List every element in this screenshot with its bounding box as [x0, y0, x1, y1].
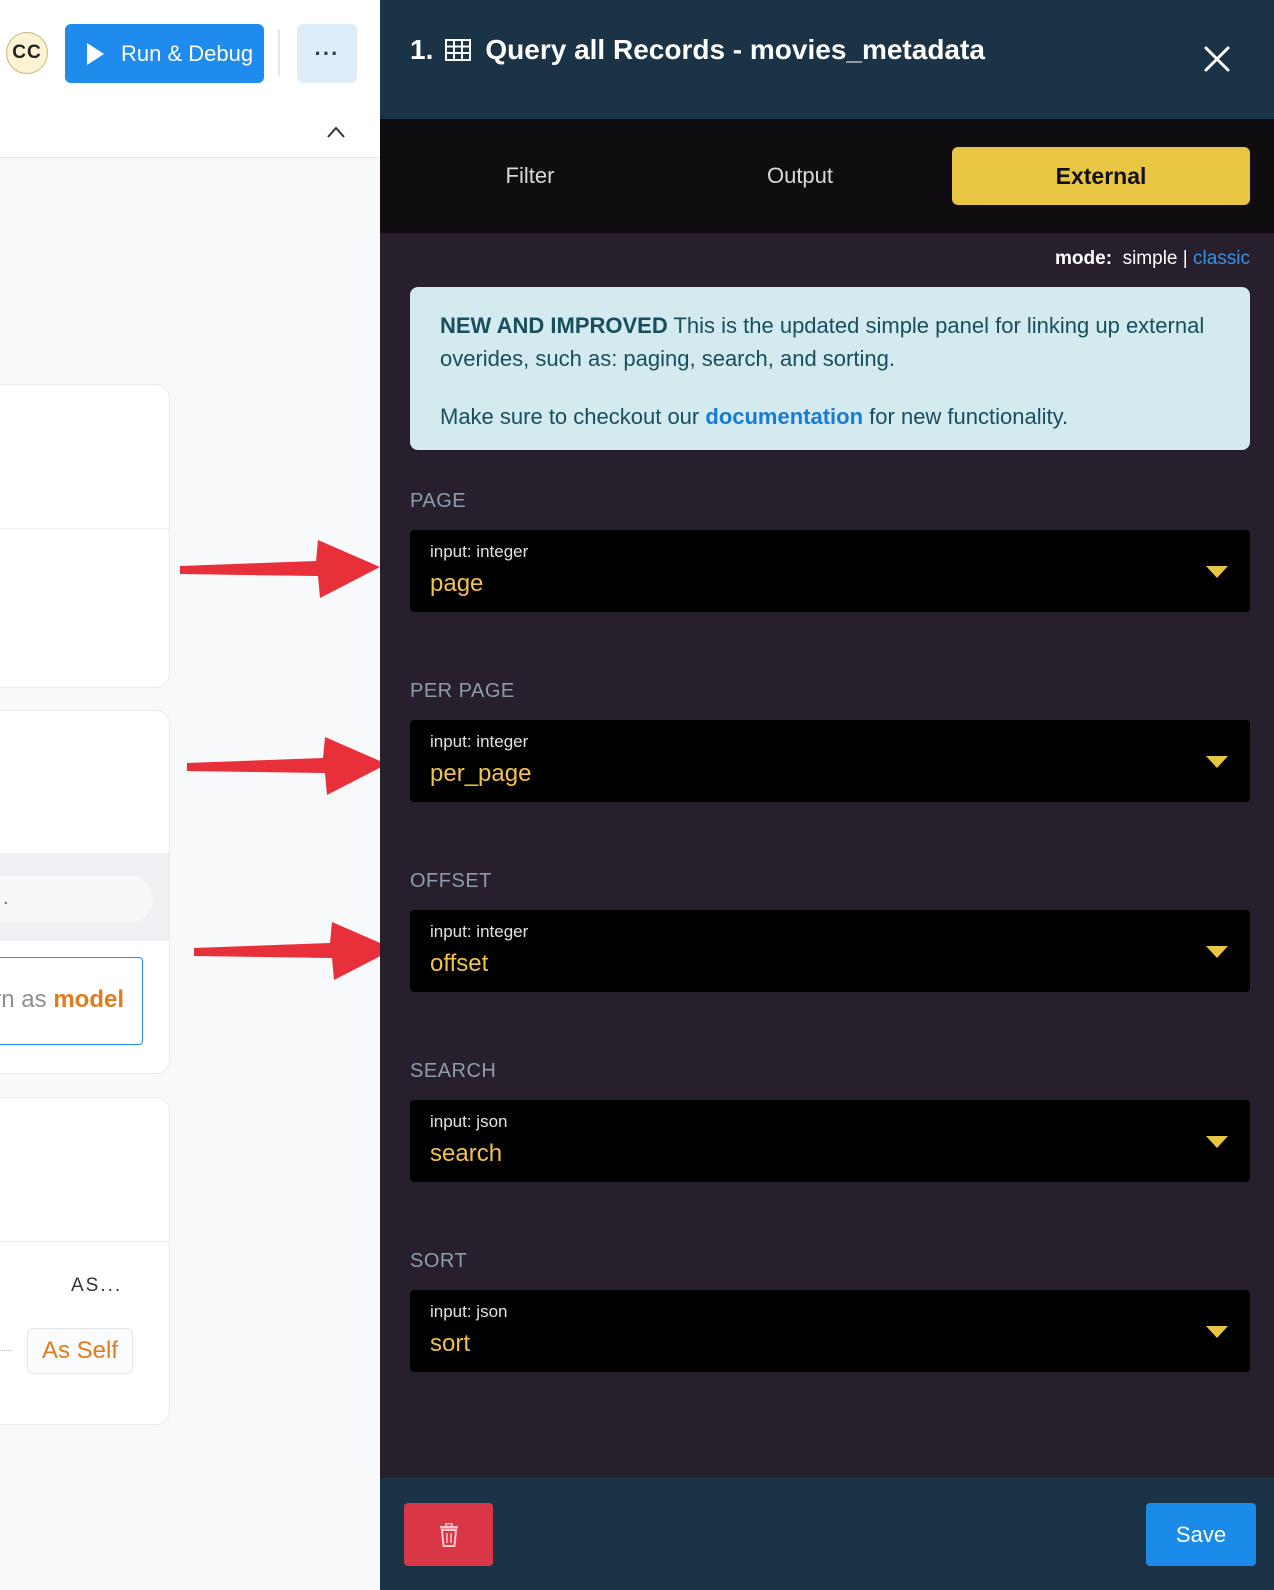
caret-down-icon [1206, 1136, 1228, 1148]
mode-label: mode: [1055, 248, 1113, 269]
query-settings-panel: 1. Query all Records - movies_metadata F… [380, 0, 1274, 1590]
field-value: search [430, 1140, 503, 1167]
tab-external[interactable]: External [952, 147, 1250, 205]
run-debug-button[interactable]: Run & Debug [65, 24, 264, 83]
panel-tabs: Filter Output External [380, 119, 1274, 233]
return-as-text: rn as [0, 986, 47, 1013]
panel-header: 1. Query all Records - movies_metadata [380, 0, 1274, 119]
background-card: . rn as model [0, 710, 170, 1074]
toolbar-divider [278, 30, 280, 76]
as-column-label: AS... [71, 1275, 123, 1296]
card-divider [0, 1241, 169, 1242]
panel-title-text: Query all Records - movies_metadata [485, 34, 985, 65]
per-page-select[interactable]: input: integer per_page [410, 720, 1250, 802]
field-type: input: integer [430, 732, 529, 751]
field-type: input: json [430, 1112, 508, 1131]
background-card [0, 384, 170, 688]
dotted-line [0, 1350, 11, 1351]
caret-down-icon [1206, 756, 1228, 768]
play-icon [87, 42, 104, 65]
arrow-icon [187, 737, 387, 795]
arrow-icon [194, 922, 394, 980]
step-number: 1. [410, 34, 434, 65]
search-select[interactable]: input: json search [410, 1100, 1250, 1182]
background-input[interactable] [0, 876, 153, 922]
sort-select[interactable]: input: json sort [410, 1290, 1250, 1372]
background-card: AS... As Self [0, 1097, 170, 1425]
info-text-3: for new functionality. [869, 404, 1069, 429]
field-type: input: integer [430, 542, 529, 561]
panel-title: 1. Query all Records - movies_metadata [410, 34, 985, 66]
return-as-model-box[interactable]: rn as model [0, 957, 143, 1045]
background-input-text: . [3, 887, 9, 909]
as-self-badge[interactable]: As Self [27, 1328, 133, 1374]
table-icon [445, 39, 472, 61]
mode-simple[interactable]: simple [1123, 248, 1178, 269]
caret-down-icon [1206, 1326, 1228, 1338]
offset-select[interactable]: input: integer offset [410, 910, 1250, 992]
per-page-label: PER PAGE [410, 680, 515, 702]
arrow-icon [180, 540, 380, 598]
run-debug-label: Run & Debug [121, 40, 254, 66]
card-divider [0, 528, 169, 529]
field-type: input: integer [430, 922, 529, 941]
tab-output[interactable]: Output [680, 147, 920, 205]
mode-separator: | [1182, 248, 1188, 269]
tab-filter[interactable]: Filter [410, 147, 650, 205]
mode-switch: mode: simple | classic [1055, 248, 1250, 270]
more-icon: ··· [314, 40, 340, 66]
top-toolbar: CC Run & Debug ··· [0, 0, 380, 108]
save-button[interactable]: Save [1146, 1503, 1256, 1566]
delete-button[interactable] [404, 1503, 493, 1566]
info-banner: NEW AND IMPROVED This is the updated sim… [410, 287, 1250, 450]
info-text-2: Make sure to checkout our [440, 404, 700, 429]
page-select[interactable]: input: integer page [410, 530, 1250, 612]
collapse-row [0, 107, 380, 158]
caret-down-icon [1206, 566, 1228, 578]
field-value: per_page [430, 760, 532, 787]
panel-footer: Save [380, 1478, 1274, 1590]
more-button[interactable]: ··· [297, 24, 357, 83]
mode-classic-link[interactable]: classic [1193, 248, 1250, 269]
trash-icon [439, 1522, 458, 1547]
field-value: page [430, 570, 484, 597]
info-heading: NEW AND IMPROVED [440, 313, 668, 338]
field-value: sort [430, 1330, 471, 1357]
avatar[interactable]: CC [6, 32, 48, 74]
caret-down-icon [1206, 946, 1228, 958]
offset-label: OFFSET [410, 870, 492, 892]
page-label: PAGE [410, 490, 467, 512]
sort-label: SORT [410, 1250, 468, 1272]
documentation-link[interactable]: documentation [705, 404, 863, 429]
model-text: model [53, 986, 124, 1013]
field-type: input: json [430, 1302, 508, 1321]
field-value: offset [430, 950, 489, 977]
chevron-up-icon[interactable] [326, 125, 346, 139]
close-icon[interactable] [1202, 44, 1232, 74]
search-label: SEARCH [410, 1060, 497, 1082]
